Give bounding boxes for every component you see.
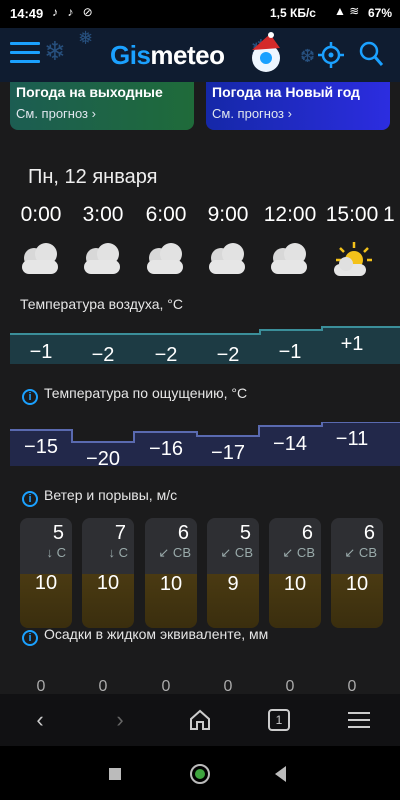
- card-link[interactable]: См. прогноз ›: [16, 106, 188, 121]
- info-icon[interactable]: i: [22, 630, 38, 646]
- browser-menu-icon[interactable]: [348, 712, 370, 728]
- card-title: Погода на выходные: [16, 84, 163, 100]
- hour-label: 6:00: [145, 203, 187, 226]
- new-year-forecast-card[interactable]: Погода на Новый год См. прогноз ›: [206, 82, 390, 130]
- wind-cell: 5 ↙ СВ 9: [207, 518, 259, 628]
- system-nav-bar: [0, 746, 400, 800]
- recents-icon[interactable]: [100, 760, 130, 788]
- signal-icon: ▲ ≋: [334, 4, 360, 18]
- snowflake-icon: ❆: [300, 46, 316, 66]
- wind-cell: 7 ↓ С 10: [82, 518, 134, 628]
- card-link[interactable]: См. прогноз ›: [212, 106, 384, 121]
- hour-label: 15:00: [325, 203, 379, 226]
- app-logo: Gismeteo: [110, 40, 225, 70]
- snowflake-icon: ❄: [44, 36, 66, 66]
- hour-label: 12:00: [263, 203, 317, 226]
- air-temp-value: −1: [278, 341, 302, 363]
- search-icon[interactable]: [358, 40, 384, 68]
- air-temp-value: +1: [340, 333, 364, 355]
- cloudy-icon: [209, 243, 245, 274]
- wind-cell: 5 ↓ С 10: [20, 518, 72, 628]
- feels-like-value: −11: [335, 428, 369, 450]
- air-temp-value: −2: [91, 344, 115, 366]
- feels-like-value: −20: [86, 448, 120, 470]
- air-temp-value: −1: [29, 341, 53, 363]
- network-speed: 1,5 КБ/с: [270, 6, 316, 20]
- hour-label: 9:00: [207, 203, 249, 226]
- info-icon[interactable]: i: [22, 389, 38, 405]
- air-temp-value: −2: [216, 344, 240, 366]
- air-temp-value: −2: [154, 344, 178, 366]
- status-bar: 14:49 ♪ ♪ ⊘ 1,5 КБ/с ▲ ≋ 67%: [0, 0, 400, 28]
- back-button[interactable]: ‹: [10, 700, 70, 740]
- partly-cloudy-icon: [334, 242, 372, 276]
- feels-like-label: i Температура по ощущению, °C: [22, 385, 247, 405]
- forward-button[interactable]: ›: [90, 700, 150, 740]
- notification-icons: ♪ ♪ ⊘: [52, 5, 96, 19]
- snowflake-icon: ❅: [78, 28, 94, 48]
- feels-like-value: −16: [149, 438, 183, 460]
- cloudy-icon: [22, 243, 58, 274]
- tabs-button[interactable]: 1: [268, 709, 290, 731]
- cloudy-icon: [84, 243, 120, 274]
- air-temp-label: Температура воздуха, °C: [20, 296, 183, 312]
- feels-like-value: −14: [273, 433, 307, 455]
- cloudy-icon: [147, 243, 183, 274]
- back-triangle-icon[interactable]: [272, 764, 290, 784]
- location-target-icon[interactable]: [318, 42, 344, 68]
- precip-label: i Осадки в жидком эквиваленте, мм: [22, 626, 268, 646]
- santa-mascot-icon: [252, 32, 280, 72]
- wind-cell: 6 ↙ СВ 10: [269, 518, 321, 628]
- wind-cell: 6 ↙ СВ 10: [331, 518, 383, 628]
- hour-label: 3:00: [82, 203, 124, 226]
- card-title: Погода на Новый год: [212, 84, 360, 100]
- menu-button[interactable]: [10, 42, 40, 66]
- weekend-forecast-card[interactable]: Погода на выходные См. прогноз ›: [10, 82, 194, 130]
- hour-label-partial: 1: [383, 203, 395, 226]
- wind-label: i Ветер и порывы, м/с: [22, 487, 177, 507]
- hour-label: 0:00: [20, 203, 62, 226]
- status-time: 14:49: [10, 6, 44, 21]
- info-icon[interactable]: i: [22, 491, 38, 507]
- home-circle-icon[interactable]: [188, 762, 212, 786]
- feels-like-value: −17: [211, 442, 245, 464]
- app-header: ❄ ❅ ❄ ❆ Gismeteo: [0, 28, 400, 82]
- feels-like-value: −15: [24, 436, 58, 458]
- browser-bottom-nav: ‹ › 1: [0, 694, 400, 746]
- wind-cell: 6 ↙ СВ 10: [145, 518, 197, 628]
- cloudy-icon: [271, 243, 307, 274]
- battery-level: 67%: [368, 6, 393, 20]
- day-title: Пн, 12 января: [28, 166, 158, 188]
- home-icon[interactable]: [188, 709, 212, 731]
